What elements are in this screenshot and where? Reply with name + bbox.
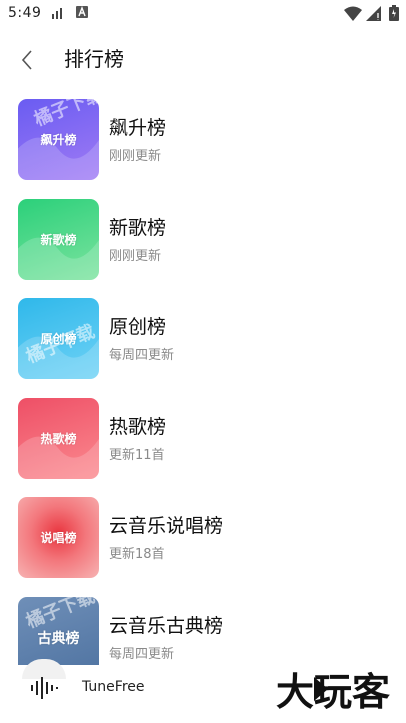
chart-cover: 原创榜 橘子下载 (18, 298, 99, 379)
notification-a-icon (76, 6, 88, 18)
chart-name: 原创榜 (109, 316, 167, 338)
chart-name: 云音乐古典榜 (109, 615, 224, 637)
status-time: 5:49 (8, 5, 42, 21)
chart-item-original[interactable]: 原创榜 橘子下载 原创榜 每周四更新 (0, 298, 406, 398)
chart-item-new-songs[interactable]: 新歌榜 新歌榜 刚刚更新 (0, 199, 406, 299)
notification-signal-icon (52, 8, 62, 19)
chart-cover: 古典榜 橘子下载 (18, 597, 99, 665)
chart-name: 新歌榜 (109, 217, 167, 239)
chevron-left-icon (21, 50, 32, 70)
chart-cover-label: 新歌榜 (40, 233, 77, 247)
chart-update-info: 每周四更新 (109, 647, 175, 662)
logo-watermark: 大玩客 (276, 670, 390, 713)
chart-list: 飙升榜 橘子下载 飙升榜 刚刚更新 新歌榜 新歌榜 刚刚更新 原创榜 橘子下载 … (0, 99, 406, 665)
svg-text:大玩客: 大玩客 (276, 670, 390, 713)
chart-update-info: 刚刚更新 (109, 249, 162, 264)
page-title: 排行榜 (64, 47, 124, 71)
chart-item-rap[interactable]: 说唱榜 云音乐说唱榜 更新18首 (0, 497, 406, 597)
chart-item-hot-songs[interactable]: 热歌榜 热歌榜 更新11首 (0, 398, 406, 498)
chart-item-classical[interactable]: 古典榜 橘子下载 云音乐古典榜 每周四更新 (0, 597, 406, 665)
chart-cover: 飙升榜 橘子下载 (18, 99, 99, 180)
chart-cover: 新歌榜 (18, 199, 99, 280)
cellular-icon (366, 6, 381, 21)
wifi-icon (344, 6, 362, 21)
chart-cover-label: 热歌榜 (40, 432, 77, 446)
chart-cover-label: 古典榜 (37, 630, 80, 647)
chart-cover-label: 原创榜 (40, 332, 77, 346)
mini-player[interactable]: TuneFree 大玩客 (0, 659, 406, 715)
chart-cover-label: 说唱榜 (40, 531, 77, 545)
status-bar: 5:49 (0, 0, 406, 28)
battery-icon (389, 5, 399, 21)
player-song-title: TuneFree (82, 679, 145, 695)
chart-update-info: 更新11首 (109, 448, 165, 463)
audio-wave-icon (31, 677, 58, 699)
chart-update-info: 刚刚更新 (109, 149, 162, 164)
chart-name: 飙升榜 (109, 117, 167, 139)
chart-name: 热歌榜 (109, 416, 167, 438)
chart-update-info: 每周四更新 (109, 348, 175, 363)
chart-update-info: 更新18首 (109, 547, 165, 562)
chart-cover-label: 飙升榜 (40, 133, 77, 147)
chart-item-surge[interactable]: 飙升榜 橘子下载 飙升榜 刚刚更新 (0, 99, 406, 199)
chart-name: 云音乐说唱榜 (109, 515, 224, 537)
chart-cover: 热歌榜 (18, 398, 99, 479)
header: 排行榜 (0, 38, 406, 82)
chart-cover: 说唱榜 (18, 497, 99, 578)
back-button[interactable] (14, 46, 42, 74)
